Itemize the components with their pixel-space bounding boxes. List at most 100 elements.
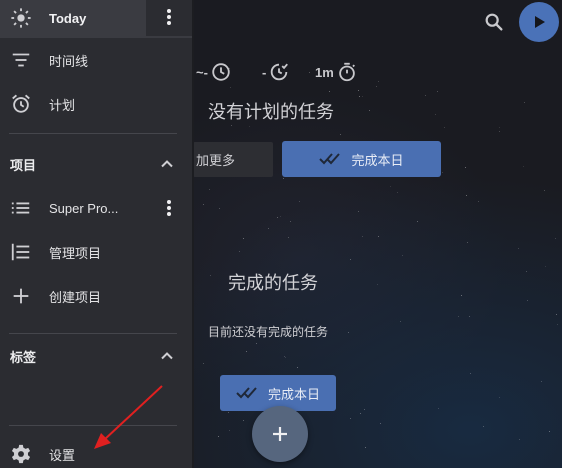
manage-list-icon bbox=[11, 243, 30, 261]
clock-check-icon bbox=[271, 63, 289, 81]
today-more-button[interactable] bbox=[146, 0, 192, 36]
tags-header[interactable]: 标签 bbox=[10, 344, 180, 368]
star bbox=[208, 189, 210, 191]
star bbox=[280, 216, 282, 218]
star bbox=[218, 207, 220, 209]
star bbox=[283, 355, 285, 357]
star bbox=[378, 235, 380, 237]
star bbox=[470, 372, 472, 374]
star bbox=[417, 220, 419, 222]
star bbox=[299, 201, 301, 203]
star bbox=[543, 189, 545, 191]
star bbox=[358, 90, 360, 92]
star bbox=[465, 166, 467, 168]
star bbox=[268, 227, 270, 229]
clock-icon bbox=[212, 63, 230, 81]
star bbox=[556, 323, 558, 325]
remaining-stat: - bbox=[262, 61, 290, 83]
play-button[interactable] bbox=[519, 2, 559, 42]
star bbox=[277, 217, 279, 219]
star bbox=[526, 271, 528, 273]
star bbox=[329, 90, 331, 92]
projects-header-label: 项目 bbox=[10, 157, 37, 173]
elapsed-stat: 1m bbox=[315, 61, 358, 83]
drawer-item-today[interactable]: Today bbox=[0, 0, 192, 38]
star bbox=[396, 192, 398, 194]
search-button[interactable] bbox=[483, 11, 505, 33]
create-project-item[interactable]: 创建项目 bbox=[0, 276, 192, 316]
star bbox=[437, 407, 439, 409]
estimate-stat: ~- bbox=[196, 61, 232, 83]
tags-header-label: 标签 bbox=[10, 349, 37, 365]
create-project-label: 创建项目 bbox=[49, 289, 102, 305]
star bbox=[401, 254, 403, 256]
navigation-drawer: Today 时间线 计划 项目 Super Pro... 管理项目 创建项目 标… bbox=[0, 0, 194, 468]
star bbox=[368, 110, 370, 112]
add-task-fab[interactable] bbox=[252, 406, 308, 462]
star bbox=[376, 284, 378, 286]
no-completed-text: 目前还没有完成的任务 bbox=[208, 325, 329, 339]
star bbox=[458, 315, 460, 317]
star bbox=[243, 419, 245, 421]
star bbox=[424, 94, 426, 96]
project-item-label: Super Pro... bbox=[49, 200, 119, 216]
star bbox=[478, 200, 480, 202]
chevron-up-icon bbox=[161, 352, 173, 360]
star bbox=[309, 71, 311, 73]
drawer-item-label: 计划 bbox=[49, 97, 76, 113]
star bbox=[545, 265, 547, 267]
projects-header[interactable]: 项目 bbox=[10, 152, 180, 176]
play-icon bbox=[535, 16, 545, 28]
star bbox=[348, 332, 350, 334]
star bbox=[554, 238, 556, 240]
star bbox=[548, 430, 550, 432]
add-more-button[interactable]: 加更多 bbox=[193, 142, 273, 177]
star bbox=[255, 342, 257, 344]
finish-today-label: 完成本日 bbox=[351, 152, 404, 168]
star bbox=[228, 411, 230, 413]
star bbox=[239, 251, 241, 253]
star bbox=[297, 366, 299, 368]
star bbox=[358, 95, 360, 97]
drawer-divider bbox=[9, 425, 177, 426]
manage-projects-item[interactable]: 管理项目 bbox=[0, 232, 192, 272]
star bbox=[365, 446, 367, 448]
star bbox=[483, 425, 485, 427]
project-item-super-pro[interactable]: Super Pro... bbox=[0, 188, 192, 228]
star bbox=[522, 165, 524, 167]
star bbox=[519, 439, 521, 441]
search-icon bbox=[485, 13, 503, 31]
star bbox=[290, 220, 292, 222]
star bbox=[526, 299, 528, 301]
alarm-icon bbox=[12, 94, 30, 113]
star bbox=[340, 133, 342, 135]
star bbox=[436, 90, 438, 92]
plus-icon bbox=[13, 288, 29, 304]
star bbox=[203, 362, 205, 364]
star bbox=[499, 397, 501, 399]
star bbox=[287, 237, 289, 239]
more-vertical-icon bbox=[167, 9, 171, 25]
star bbox=[210, 274, 212, 276]
star bbox=[524, 101, 526, 103]
star bbox=[358, 210, 360, 212]
star bbox=[362, 96, 364, 98]
settings-label: 设置 bbox=[49, 447, 76, 463]
star bbox=[469, 316, 471, 318]
drawer-item-label: Today bbox=[49, 10, 87, 26]
list-icon bbox=[11, 202, 30, 214]
star bbox=[202, 203, 204, 205]
drawer-item-timeline[interactable]: 时间线 bbox=[0, 40, 192, 80]
plus-icon bbox=[273, 427, 287, 441]
star bbox=[375, 85, 377, 87]
stopwatch-icon bbox=[339, 62, 355, 82]
star bbox=[498, 131, 500, 133]
settings-item[interactable]: 设置 bbox=[0, 434, 192, 468]
finish-today-button[interactable]: 完成本日 bbox=[282, 141, 441, 177]
star bbox=[466, 242, 468, 244]
star bbox=[441, 172, 443, 174]
project-more-button[interactable] bbox=[146, 190, 192, 226]
star bbox=[359, 412, 361, 414]
drawer-item-schedule[interactable]: 计划 bbox=[0, 84, 192, 124]
gear-icon bbox=[11, 444, 31, 464]
